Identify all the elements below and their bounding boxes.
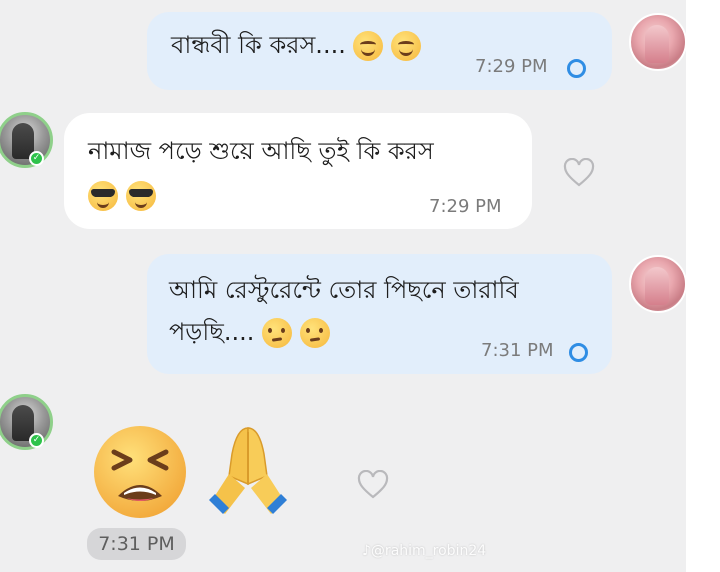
online-status-icon: ✓ [29, 433, 44, 448]
right-edge [686, 0, 720, 572]
face-with-raised-eyebrow-icon [262, 318, 292, 348]
message-text: আমি রেস্টুরেন্টে তোর পিছনে তারাবি [169, 276, 519, 304]
sent-status-icon [569, 343, 588, 362]
smiling-face-icon [391, 31, 422, 61]
my-avatar[interactable] [629, 13, 687, 71]
message-bubble-outgoing[interactable]: আমি রেস্টুরেন্টে তোর পিছনে তারাবি পড়ছি.… [147, 254, 612, 374]
tired-face-icon[interactable] [90, 422, 190, 522]
folded-hands-icon[interactable] [205, 424, 291, 516]
avatar-figure [645, 25, 669, 63]
message-text: বান্ধবী কি করস.... [171, 25, 422, 65]
avatar-figure [645, 267, 669, 305]
my-avatar[interactable] [629, 255, 687, 313]
smiling-face-icon [353, 31, 384, 61]
sunglasses-face-icon [125, 181, 156, 211]
message-bubble-incoming[interactable]: নামাজ পড়ে শুয়ে আছি তুই কি করস 7:29 PM [64, 113, 532, 229]
message-text-line: পড়ছি.... [169, 318, 255, 346]
message-emojis [88, 175, 156, 215]
message-time: 7:29 PM [429, 196, 502, 217]
message-bubble-outgoing[interactable]: বান্ধবী কি করস.... 7:29 PM [147, 12, 612, 90]
message-text: পড়ছি.... [169, 312, 330, 352]
heart-react-icon[interactable] [357, 470, 389, 500]
heart-react-icon[interactable] [563, 158, 595, 188]
sent-status-icon [567, 59, 586, 78]
message-time: 7:31 PM [481, 340, 554, 361]
online-status-icon: ✓ [29, 151, 44, 166]
message-text: নামাজ পড়ে শুয়ে আছি তুই কি করস [88, 137, 434, 165]
message-time-badge: 7:31 PM [87, 528, 186, 560]
contact-avatar[interactable] [0, 394, 53, 450]
face-with-raised-eyebrow-icon [299, 318, 330, 348]
message-text-line: বান্ধবী কি করস.... [171, 31, 346, 59]
contact-avatar[interactable] [0, 112, 53, 168]
tiktok-watermark: ♪@rahim_robin24 [362, 543, 487, 559]
sunglasses-face-icon [88, 181, 118, 211]
message-time: 7:29 PM [475, 56, 548, 77]
